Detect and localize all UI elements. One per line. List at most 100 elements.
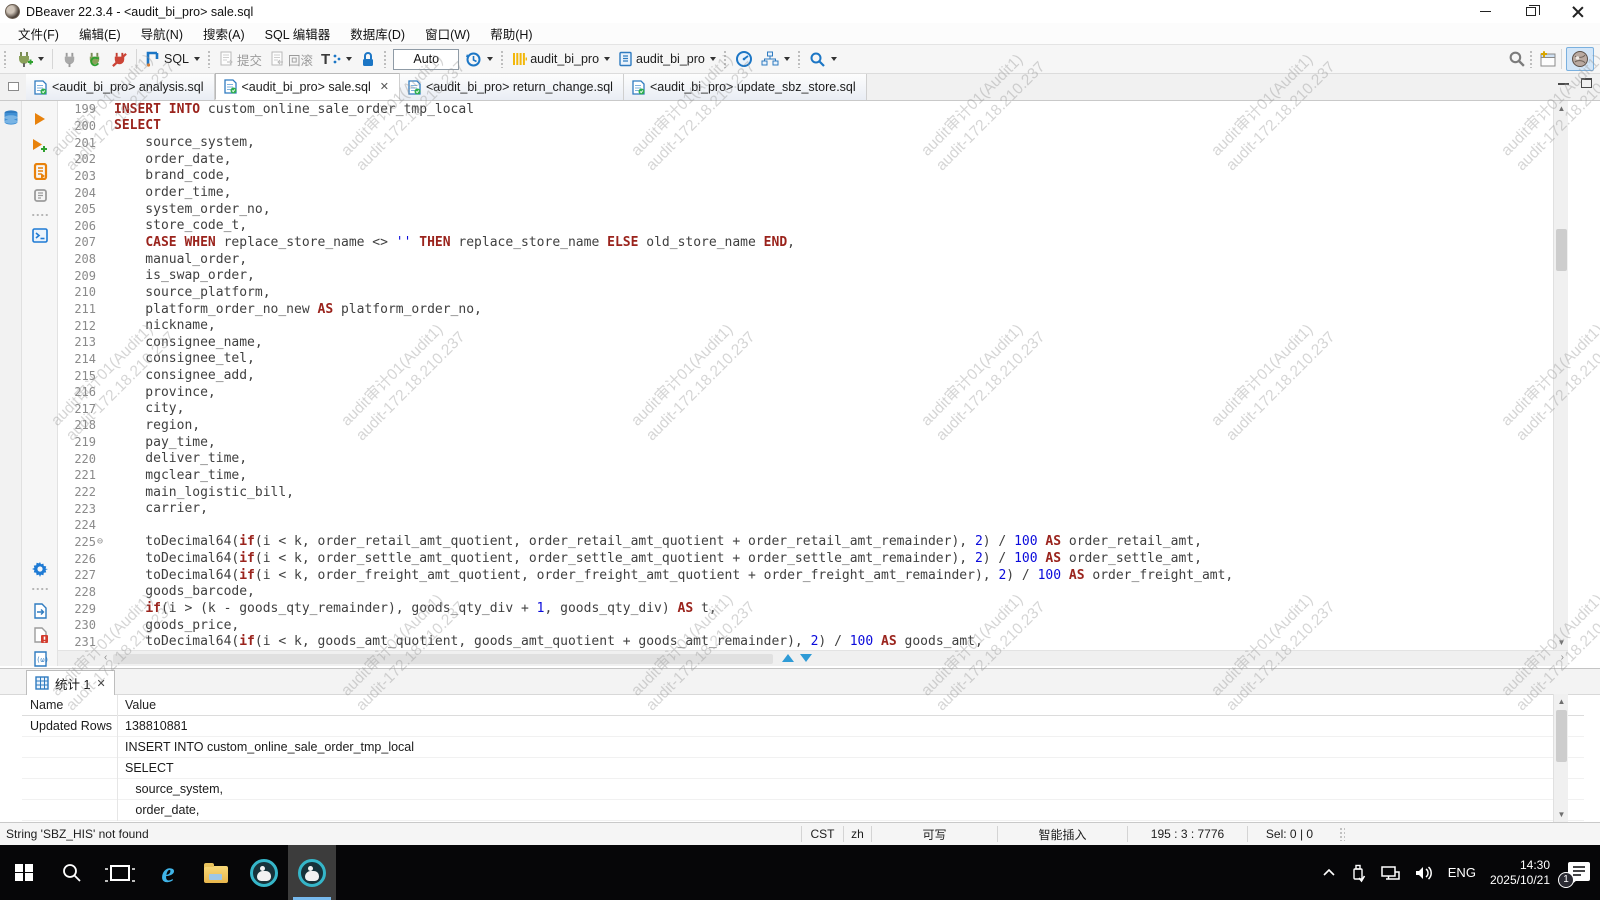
code-line[interactable]: 222 main_logistic_bill,	[58, 484, 1552, 501]
code-line[interactable]: 220 deliver_time,	[58, 450, 1552, 467]
db-search-button[interactable]	[805, 48, 841, 71]
start-button[interactable]	[0, 845, 48, 900]
editor-tab[interactable]: <audit_bi_pro> analysis.sql	[26, 74, 215, 100]
schema-selector[interactable]: audit_bi_pro	[614, 48, 720, 70]
code-line[interactable]: 210 source_platform,	[58, 284, 1552, 301]
status-segment[interactable]: CST	[801, 826, 843, 842]
tray-chevron-up-icon[interactable]	[1322, 868, 1336, 878]
code-line[interactable]: 219 pay_time,	[58, 434, 1552, 451]
internet-explorer-button[interactable]: e	[144, 845, 192, 900]
kill-connection-button[interactable]	[107, 48, 132, 71]
code-line[interactable]: 221 mgclear_time,	[58, 467, 1552, 484]
restore-panel-icon[interactable]	[8, 82, 19, 91]
sql-code-editor[interactable]: 199INSERT INTO custom_online_sale_order_…	[58, 101, 1552, 650]
results-scrollbar-thumb[interactable]	[1556, 710, 1567, 762]
menu-item[interactable]: SQL 编辑器	[255, 22, 341, 46]
code-line[interactable]: 206 store_code_t,	[58, 217, 1552, 234]
code-line[interactable]: 227 toDecimal64(if(i < k, order_freight_…	[58, 567, 1552, 584]
menu-item[interactable]: 搜索(A)	[193, 22, 255, 46]
table-row[interactable]: order_date,	[22, 800, 1584, 821]
database-navigator-icon[interactable]	[2, 109, 20, 127]
transaction-mode-button[interactable]: T	[317, 48, 356, 71]
settings-gear-icon[interactable]	[30, 559, 50, 579]
code-line[interactable]: 229 if(i > (k - goods_qty_remainder), go…	[58, 600, 1552, 617]
scroll-up-icon[interactable]: ▲	[1554, 694, 1569, 709]
column-header-name[interactable]: Name	[22, 695, 118, 716]
dbeaver-taskbar-button-active[interactable]	[288, 845, 336, 900]
code-line[interactable]: 225⊖ toDecimal64(if(i < k, order_retail_…	[58, 534, 1552, 551]
dashboard-button[interactable]	[731, 47, 757, 71]
autocommit-select[interactable]: Auto	[393, 49, 459, 70]
code-line[interactable]: 201 source_system,	[58, 134, 1552, 151]
problem-doc-button[interactable]	[30, 625, 50, 645]
code-line[interactable]: 204 order_time,	[58, 184, 1552, 201]
status-segment[interactable]: Sel: 0 | 0	[1247, 826, 1331, 842]
code-line[interactable]: 230 goods_price,	[58, 617, 1552, 634]
editor-scrollbar-thumb[interactable]	[1556, 229, 1567, 271]
code-line[interactable]: 202 order_date,	[58, 151, 1552, 168]
editor-hscrollbar-thumb[interactable]	[113, 654, 773, 664]
scroll-down-icon[interactable]: ▼	[1554, 635, 1569, 650]
code-line[interactable]: 209 is_swap_order,	[58, 267, 1552, 284]
column-header-value[interactable]: Value	[118, 698, 156, 712]
code-line[interactable]: 215 consignee_add,	[58, 367, 1552, 384]
menu-item[interactable]: 帮助(H)	[480, 22, 542, 46]
scroll-left-icon[interactable]: ‹	[104, 652, 107, 663]
statistics-tab[interactable]: 统计 1 ✕	[26, 670, 115, 695]
code-line[interactable]: 226 toDecimal64(if(i < k, order_settle_a…	[58, 550, 1552, 567]
table-row[interactable]: INSERT INTO custom_online_sale_order_tmp…	[22, 737, 1584, 758]
code-line[interactable]: 211 platform_order_no_new AS platform_or…	[58, 301, 1552, 318]
tray-clock[interactable]: 14:30 2025/10/21	[1490, 858, 1550, 888]
maximize-editor-icon[interactable]	[1581, 78, 1592, 88]
status-segment[interactable]: 195 : 3 : 7776	[1127, 826, 1247, 842]
editor-tab[interactable]: <audit_bi_pro> update_sbz_store.sql	[624, 74, 867, 100]
connection-selector[interactable]: audit_bi_pro	[508, 48, 614, 70]
results-vertical-scrollbar[interactable]: ▲ ▼	[1553, 694, 1568, 822]
execute-new-tab-button[interactable]	[30, 135, 50, 155]
code-line[interactable]: 224	[58, 517, 1552, 534]
code-line[interactable]: 200SELECT	[58, 118, 1552, 135]
notification-center-button[interactable]: 1	[1564, 862, 1590, 884]
commit-button[interactable]: 提交	[215, 47, 266, 72]
lock-button[interactable]	[356, 48, 380, 71]
code-line[interactable]: 223 carrier,	[58, 500, 1552, 517]
open-perspective-icon[interactable]	[1537, 50, 1557, 68]
network-icon[interactable]	[1380, 864, 1400, 882]
sql-console-button[interactable]	[30, 225, 50, 245]
dbeaver-taskbar-button[interactable]	[240, 845, 288, 900]
usb-device-icon[interactable]	[1350, 863, 1366, 883]
explain-plan-button[interactable]	[30, 185, 50, 205]
status-segment[interactable]: zh	[843, 826, 871, 842]
volume-icon[interactable]	[1414, 864, 1434, 882]
word-wrap-doc-button[interactable]: (ω)	[30, 649, 50, 669]
file-explorer-button[interactable]	[192, 845, 240, 900]
code-line[interactable]: 231 toDecimal64(if(i < k, goods_amt_quot…	[58, 634, 1552, 651]
table-row[interactable]: SELECT	[22, 758, 1584, 779]
menu-item[interactable]: 文件(F)	[8, 22, 69, 46]
code-line[interactable]: 228 goods_barcode,	[58, 584, 1552, 601]
editor-horizontal-scrollbar[interactable]: ‹ ›	[58, 650, 1568, 666]
menu-item[interactable]: 数据库(D)	[340, 22, 415, 46]
sash-restore-icon[interactable]	[800, 654, 812, 662]
status-segment[interactable]: 智能插入	[997, 826, 1127, 842]
rollback-button[interactable]: 回滚	[266, 47, 317, 72]
sql-editor-button[interactable]: SQL	[141, 47, 204, 71]
code-line[interactable]: 212 nickname,	[58, 317, 1552, 334]
menu-item[interactable]: 导航(N)	[131, 22, 193, 46]
code-line[interactable]: 207 CASE WHEN replace_store_name <> '' T…	[58, 234, 1552, 251]
taskbar-search-button[interactable]	[48, 845, 96, 900]
editor-tab[interactable]: <audit_bi_pro> return_change.sql	[400, 74, 624, 100]
scroll-down-icon[interactable]: ▼	[1554, 807, 1569, 822]
disconnect-button[interactable]	[57, 48, 82, 71]
quick-access-search-icon[interactable]	[1508, 50, 1526, 68]
editor-tab[interactable]: <audit_bi_pro> sale.sql✕	[215, 73, 400, 100]
dbeaver-perspective-button[interactable]	[1566, 47, 1594, 71]
minimize-button[interactable]	[1462, 0, 1508, 23]
status-segment[interactable]: 可写	[871, 826, 997, 842]
code-line[interactable]: 216 province,	[58, 384, 1552, 401]
fold-marker[interactable]: ⊖	[96, 536, 110, 547]
input-language-indicator[interactable]: ENG	[1448, 865, 1476, 880]
code-line[interactable]: 208 manual_order,	[58, 251, 1552, 268]
editor-vertical-scrollbar[interactable]: ▲ ▼	[1553, 101, 1568, 650]
execute-statement-button[interactable]	[30, 109, 50, 129]
